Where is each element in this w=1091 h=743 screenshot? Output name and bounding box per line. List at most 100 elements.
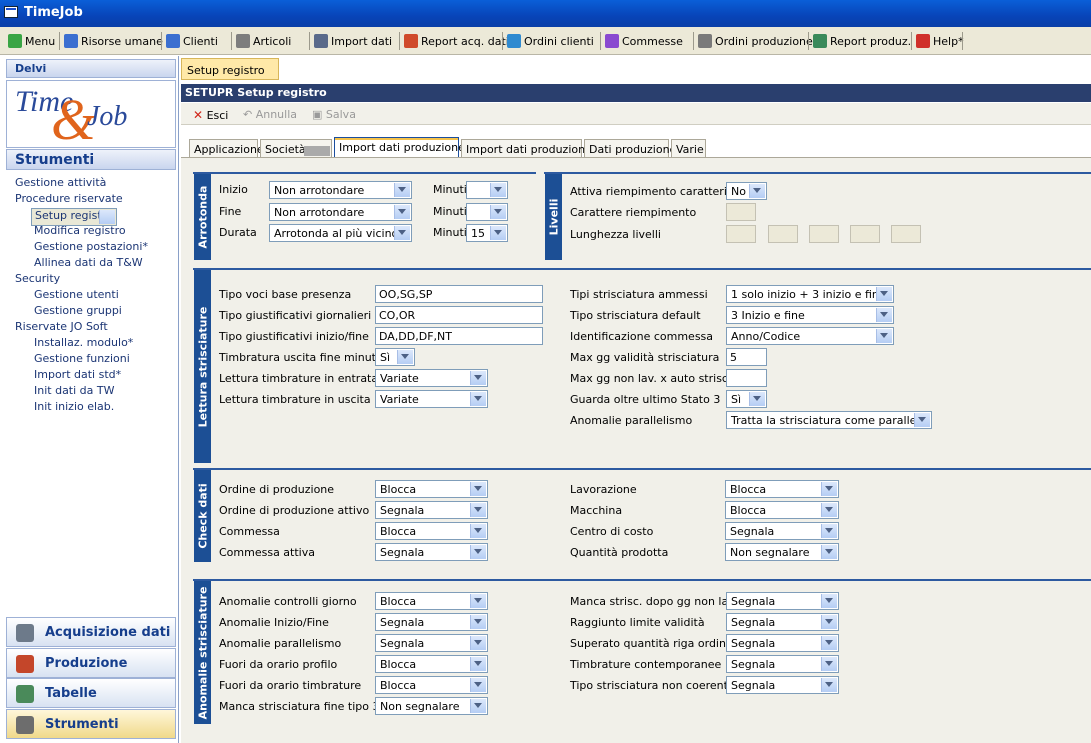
nav-item-init-inizio-elab[interactable]: Init inizio elab.: [34, 400, 114, 413]
anomalie-select[interactable]: Blocca: [375, 592, 488, 610]
save-button[interactable]: ▣ Salva: [312, 108, 356, 121]
nav-item-gestione-funzioni[interactable]: Gestione funzioni: [34, 352, 130, 365]
minuti-select[interactable]: [466, 202, 508, 221]
lettura-right-select[interactable]: Anno/Codice: [726, 327, 894, 345]
select-value: Segnala: [380, 637, 425, 650]
check-right-select[interactable]: Blocca: [725, 501, 839, 519]
arrotonda-select[interactable]: Non arrotondare: [269, 181, 412, 199]
lettura-input[interactable]: DA,DD,DF,NT: [375, 327, 543, 345]
lunghezza-livello-input-4[interactable]: [850, 225, 880, 243]
check-select[interactable]: Blocca: [375, 522, 488, 540]
anomalie-select[interactable]: Blocca: [375, 676, 488, 694]
nav-item-import-dati-std[interactable]: Import dati std*: [34, 368, 121, 381]
check-select[interactable]: Blocca: [375, 480, 488, 498]
lunghezza-livello-input-3[interactable]: [809, 225, 839, 243]
exit-button[interactable]: ✕ Esci: [193, 108, 228, 122]
select-value: Blocca: [730, 483, 767, 496]
arrotonda-select[interactable]: Arrotonda al più vicino: [269, 224, 412, 242]
attiva-riempimento-select[interactable]: No: [726, 182, 767, 200]
cancel-button[interactable]: ↶ Annulla: [243, 108, 297, 121]
lettura-right-select[interactable]: Tratta la strisciatura come parallela: [726, 411, 932, 429]
report-icon: [813, 34, 827, 48]
module-button-tabelle[interactable]: Tabelle: [6, 678, 176, 708]
nav-item-gestione-attivit[interactable]: Gestione attività: [15, 176, 106, 189]
tab-dati-produzione[interactable]: Dati produzione: [584, 139, 676, 157]
nav-item-gestione-utenti[interactable]: Gestione utenti: [34, 288, 119, 301]
robot-arm-icon: [698, 34, 712, 48]
lettura-right-select[interactable]: 1 solo inizio + 3 inizio e fine: [726, 285, 894, 303]
anomalie-group-title: Anomalie strisciature: [196, 586, 209, 719]
lunghezza-livello-input-2[interactable]: [768, 225, 798, 243]
anomalie-right-select[interactable]: Segnala: [726, 655, 839, 673]
toolbar-import-dati-button[interactable]: Import dati: [314, 33, 392, 50]
toolbar-help-button[interactable]: Help*: [916, 33, 964, 50]
lettura-right-input[interactable]: [726, 369, 767, 387]
nav-item-init-dati-da-tw[interactable]: Init dati da TW: [34, 384, 115, 397]
lettura-select[interactable]: Variate: [375, 369, 488, 387]
check-select[interactable]: Segnala: [375, 501, 488, 519]
check-right-label: Macchina: [570, 504, 623, 517]
toolbar-risorse-umane-button[interactable]: Risorse umane: [64, 33, 163, 50]
anomalie-select[interactable]: Non segnalare: [375, 697, 488, 715]
minuti-select[interactable]: [466, 181, 508, 199]
check-select[interactable]: Segnala: [375, 543, 488, 561]
anomalie-right-select[interactable]: Segnala: [726, 613, 839, 631]
carattere-riempimento-input[interactable]: [726, 203, 756, 221]
module-button-strumenti[interactable]: Strumenti: [6, 709, 176, 739]
anomalie-select[interactable]: Segnala: [375, 613, 488, 631]
nav-item-procedure-riservate[interactable]: Procedure riservate: [15, 192, 123, 205]
nav-item-modifica-registro[interactable]: Modifica registro: [34, 224, 126, 237]
chevron-down-icon: [474, 682, 482, 687]
toolbar-report-produz-button[interactable]: Report produz.: [813, 33, 911, 50]
toolbar-menu-button[interactable]: Menu: [8, 33, 55, 50]
lettura-right-select[interactable]: 3 Inizio e fine: [726, 306, 894, 324]
check-right-select[interactable]: Segnala: [725, 522, 839, 540]
arrotonda-group-side-title: Arrotonda: [194, 174, 211, 260]
check-right-select[interactable]: Non segnalare: [725, 543, 839, 561]
page-tab-setup-registro[interactable]: Setup registro: [181, 58, 279, 80]
anomalie-right-select[interactable]: Segnala: [726, 676, 839, 694]
nav-item-riservate-jo-soft[interactable]: Riservate JO Soft: [15, 320, 108, 333]
lunghezza-livello-input-5[interactable]: [891, 225, 921, 243]
toolbar-articoli-button[interactable]: Articoli: [236, 33, 291, 50]
toolbar-clienti-button[interactable]: Clienti: [166, 33, 218, 50]
lettura-select[interactable]: Sì: [375, 348, 415, 366]
chevron-down-icon: [825, 619, 833, 624]
nav-item-gestione-gruppi[interactable]: Gestione gruppi: [34, 304, 122, 317]
toolbar-ordini-produzione-button[interactable]: Ordini produzione: [698, 33, 813, 50]
lunghezza-livello-input-1[interactable]: [726, 225, 756, 243]
tab-import-dati-produzione-2[interactable]: Import dati produzione 2: [461, 139, 602, 157]
nav-item-installaz-modulo[interactable]: Installaz. modulo*: [34, 336, 133, 349]
exit-label: Esci: [206, 109, 229, 122]
lettura-right-input[interactable]: 5: [726, 348, 767, 366]
anomalie-label: Fuori da orario profilo: [219, 658, 338, 671]
lettura-input[interactable]: CO,OR: [375, 306, 543, 324]
toolbar-report-acq-dati-button[interactable]: Report acq. dati: [404, 33, 509, 50]
module-button-acquisizione-dati[interactable]: Acquisizione dati: [6, 617, 176, 647]
toolbar-commesse-button[interactable]: Commesse: [605, 33, 683, 50]
module-button-produzione[interactable]: Produzione: [6, 648, 176, 678]
nav-item-allinea-dati-da-t-w[interactable]: Allinea dati da T&W: [34, 256, 143, 269]
arrotonda-select[interactable]: Non arrotondare: [269, 202, 412, 221]
tab-import-dati-produzione-1[interactable]: Import dati produzione 1: [334, 137, 475, 158]
tab-varie[interactable]: Varie: [671, 139, 706, 157]
anomalie-select[interactable]: Blocca: [375, 655, 488, 673]
toolbar-ordini-clienti-button[interactable]: Ordini clienti: [507, 33, 594, 50]
anomalie-right-select[interactable]: Segnala: [726, 592, 839, 610]
lettura-input[interactable]: OO,SG,SP: [375, 285, 543, 303]
lettura-label: Tipo giustificativi inizio/fine: [219, 330, 369, 343]
chevron-down-icon: [825, 682, 833, 687]
minuti-select[interactable]: 15: [466, 224, 508, 242]
anomalie-right-select[interactable]: Segnala: [726, 634, 839, 652]
lettura-right-select[interactable]: Sì: [726, 390, 767, 408]
anomalie-select[interactable]: Segnala: [375, 634, 488, 652]
nav-item-gestione-postazioni[interactable]: Gestione postazioni*: [34, 240, 148, 253]
lettura-select[interactable]: Variate: [375, 390, 488, 408]
chevron-down-icon: [474, 486, 482, 491]
tab-applicazione[interactable]: Applicazione: [189, 139, 264, 157]
chevron-down-icon: [753, 188, 761, 193]
check-right-select[interactable]: Blocca: [725, 480, 839, 498]
arrotonda-label: Durata: [219, 226, 257, 239]
nav-item-security[interactable]: Security: [15, 272, 60, 285]
anomalie-right-label: Manca strisc. dopo gg non lav.: [570, 595, 738, 608]
